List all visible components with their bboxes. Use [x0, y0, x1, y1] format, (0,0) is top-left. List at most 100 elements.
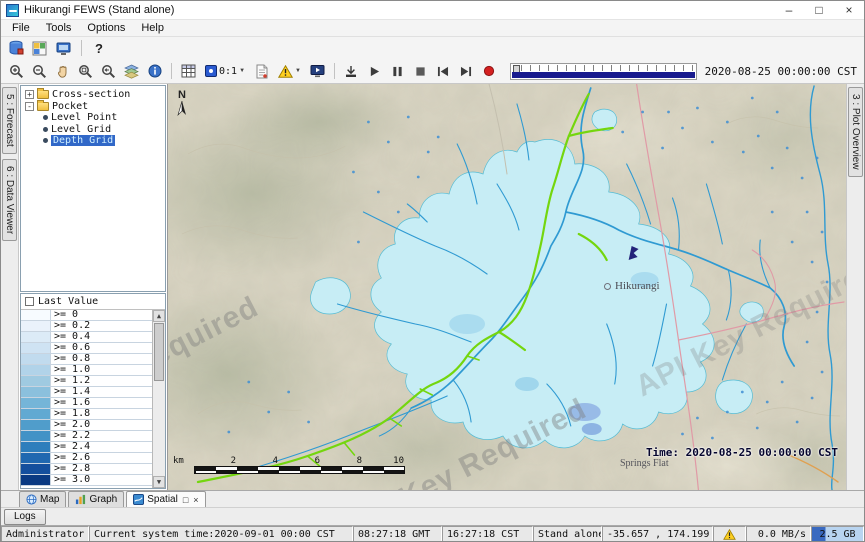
last-value-checkbox[interactable] [25, 297, 34, 306]
tab-restore-icon[interactable]: □ [183, 495, 188, 505]
right-tab-strip: 3 : Plot Overview [846, 84, 864, 490]
step-forward-icon [460, 66, 472, 77]
globe-icon [26, 494, 37, 505]
record-icon [483, 65, 495, 77]
toolbar-separator [171, 63, 172, 79]
menu-tools[interactable]: Tools [38, 21, 80, 35]
tree-item-pocket[interactable]: - Pocket [21, 101, 165, 113]
legend-swatch [21, 321, 51, 331]
close-button[interactable]: × [834, 1, 864, 19]
legend-scrollbar[interactable]: ▲ ▼ [152, 310, 165, 488]
legend-label: >= 1.4 [51, 387, 152, 397]
pan-button[interactable] [52, 61, 73, 82]
forecast-manager-button[interactable] [29, 38, 50, 59]
map-time-label: Time: 2020-08-25 00:00:00 CST [646, 446, 838, 459]
status-gmt-time: 08:27:18 GMT [353, 526, 442, 542]
document-icon [255, 64, 268, 79]
layers-icon [124, 64, 139, 79]
stop-button[interactable] [410, 61, 431, 82]
tab-close-icon[interactable]: × [193, 495, 198, 505]
legend-swatch [21, 387, 51, 397]
legend-swatch [21, 453, 51, 463]
tab-plot-overview[interactable]: 3 : Plot Overview [848, 87, 863, 177]
legend-label: >= 2.4 [51, 442, 152, 452]
title-bar: Hikurangi FEWS (Stand alone) – □ × [1, 1, 864, 20]
filter-tree: + Cross-section - Pocket Level Point Lev… [20, 85, 166, 292]
legend-label: >= 0.4 [51, 332, 152, 342]
legend-label: >= 0.2 [51, 321, 152, 331]
info-button[interactable] [144, 61, 165, 82]
maximize-button[interactable]: □ [804, 1, 834, 19]
play-button[interactable] [364, 61, 385, 82]
town-label-hikurangi: Hikurangi [604, 280, 660, 292]
toolbar-separator [334, 63, 335, 79]
warning-dropdown[interactable]: ▼ [274, 63, 305, 80]
tree-item-level-point[interactable]: Level Point [21, 112, 165, 124]
tree-item-label: Pocket [52, 101, 88, 112]
status-bar: Administrator Current system time:2020-0… [1, 525, 864, 542]
time-slider[interactable] [510, 63, 697, 80]
record-button[interactable] [479, 61, 500, 82]
north-label: N [178, 89, 186, 101]
legend-label: >= 2.2 [51, 431, 152, 441]
zoom-box-button[interactable] [75, 61, 96, 82]
map-viewport[interactable]: N API Key Required API Key Required API … [168, 84, 846, 490]
zoom-in-button[interactable] [6, 61, 27, 82]
status-transfer-rate: 0.0 MB/s [746, 526, 811, 542]
legend-swatch [21, 431, 51, 441]
tab-data-viewer[interactable]: 6 : Data Viewer [2, 159, 17, 241]
forecast-manager-icon [32, 41, 47, 56]
legend-swatch [21, 442, 51, 452]
menu-help[interactable]: Help [133, 21, 172, 35]
scroll-down-icon[interactable]: ▼ [153, 476, 165, 488]
tab-map[interactable]: Map [19, 491, 66, 507]
compass-icon [177, 101, 187, 117]
legend-swatch [21, 409, 51, 419]
expand-toggle-icon[interactable]: + [25, 90, 34, 99]
tree-item-level-grid[interactable]: Level Grid [21, 124, 165, 136]
scroll-up-icon[interactable]: ▲ [153, 310, 165, 322]
legend-swatch [21, 464, 51, 474]
warning-icon [278, 65, 293, 78]
zoom-previous-button[interactable] [98, 61, 119, 82]
legend-label: >= 0.6 [51, 343, 152, 353]
step-forward-button[interactable] [456, 61, 477, 82]
collapse-toggle-icon[interactable]: - [25, 102, 34, 111]
tree-item-label: Depth Grid [51, 135, 115, 146]
timestep-icon [205, 65, 217, 77]
zoom-out-button[interactable] [29, 61, 50, 82]
pause-icon [392, 66, 403, 77]
step-back-icon [437, 66, 449, 77]
application-window: Hikurangi FEWS (Stand alone) – □ × File … [0, 0, 865, 542]
help-button[interactable]: ? [89, 38, 109, 59]
tab-graph[interactable]: Graph [68, 491, 124, 507]
menu-file[interactable]: File [4, 21, 38, 35]
grid-display-button[interactable] [178, 61, 199, 82]
scrollbar-thumb[interactable] [154, 323, 164, 381]
database-button[interactable] [5, 38, 26, 59]
menu-options[interactable]: Options [79, 21, 133, 35]
legend-label: >= 3.0 [51, 475, 152, 485]
display-groups-button[interactable] [53, 38, 74, 59]
export-button[interactable] [341, 61, 362, 82]
tab-forecast[interactable]: 5 : Forecast [2, 87, 17, 154]
data-viewer-panel: + Cross-section - Pocket Level Point Lev… [19, 84, 168, 490]
scrollbar-track[interactable] [153, 382, 165, 476]
layers-button[interactable] [121, 61, 142, 82]
logs-button[interactable]: Logs [4, 509, 46, 525]
tree-item-depth-grid[interactable]: Depth Grid [21, 135, 165, 147]
legend-label: >= 2.8 [51, 464, 152, 474]
pause-button[interactable] [387, 61, 408, 82]
legend-swatch [21, 365, 51, 375]
tab-spatial[interactable]: Spatial □ × [126, 491, 205, 507]
animation-display-button[interactable] [307, 61, 328, 82]
minimize-button[interactable]: – [774, 1, 804, 19]
legend-label: >= 2.0 [51, 420, 152, 430]
step-back-button[interactable] [433, 61, 454, 82]
timestep-dropdown[interactable]: 0:1 ▼ [201, 63, 249, 79]
window-title: Hikurangi FEWS (Stand alone) [24, 4, 174, 16]
legend-header: Last Value [21, 294, 165, 310]
status-memory: 2.5 GB [811, 526, 864, 542]
report-button[interactable] [251, 61, 272, 82]
legend-swatch [21, 310, 51, 320]
